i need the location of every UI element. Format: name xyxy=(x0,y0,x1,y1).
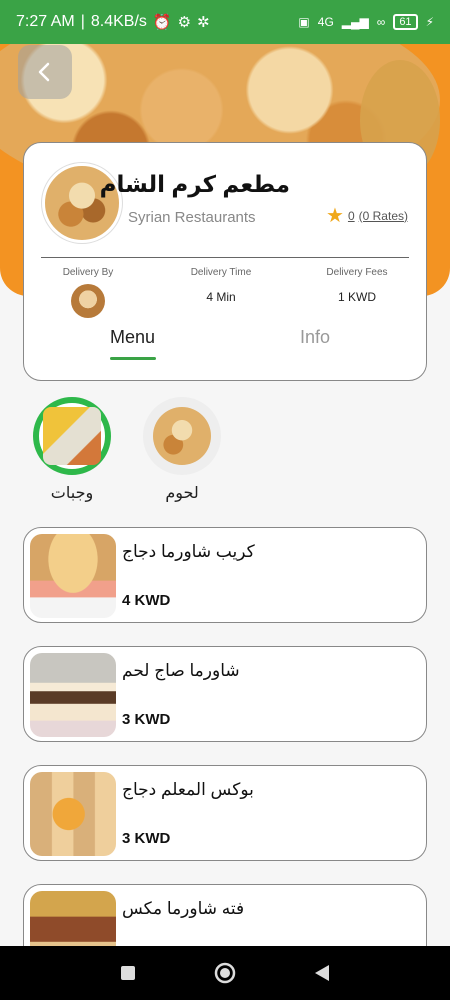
delivery-time: Delivery Time 4 Min xyxy=(161,267,281,304)
category-label: لحوم xyxy=(165,485,199,502)
category-meat[interactable]: لحوم xyxy=(142,397,222,503)
menu-item[interactable]: كريب شاورما دجاج 4 KWD xyxy=(23,527,427,623)
menu-item-price: 4 KWD xyxy=(122,592,171,609)
active-tab-indicator xyxy=(110,357,156,360)
chevron-left-icon xyxy=(38,62,50,82)
tab-info[interactable]: Info xyxy=(300,327,330,348)
delivery-by-label: Delivery By xyxy=(62,267,114,278)
category-meat-image xyxy=(153,407,211,465)
signal-icon: ▂▄▆ xyxy=(341,15,369,29)
menu-item-image xyxy=(30,534,116,618)
delivery-time-label: Delivery Time xyxy=(190,267,252,278)
back-nav-button[interactable] xyxy=(302,953,342,993)
settings-icon: ⚙ xyxy=(177,14,192,31)
menu-item-price: 3 KWD xyxy=(122,830,171,847)
delivery-provider-avatar xyxy=(71,284,105,318)
gear-icon: ✲ xyxy=(197,14,210,31)
menu-item[interactable]: بوكس المعلم دجاج 3 KWD xyxy=(23,765,427,861)
delivery-fees-value: 1 KWD xyxy=(337,290,376,304)
category-meat-circle xyxy=(143,397,221,475)
rating-value[interactable]: 0 xyxy=(348,209,355,223)
divider xyxy=(41,257,409,258)
restaurant-info-card: مطعم كرم الشام Syrian Restaurants ★ 0 (0… xyxy=(23,142,427,381)
star-icon: ★ xyxy=(326,205,344,227)
back-button[interactable] xyxy=(18,45,72,99)
tab-bar: Menu Info xyxy=(24,327,426,363)
menu-item-image xyxy=(30,772,116,856)
home-circle-icon xyxy=(214,962,236,984)
delivery-by: Delivery By xyxy=(28,267,148,318)
volte-icon: ▣ xyxy=(298,15,310,29)
status-bar: 7:27 AM | 8.4KB/s ⏰ ⚙ ✲ ▣ 4G ▂▄▆ ∞ 61 ⚡ xyxy=(0,0,450,44)
battery-indicator: 61 xyxy=(393,14,418,30)
delivery-fees: Delivery Fees 1 KWD xyxy=(297,267,417,304)
rating[interactable]: ★ 0 (0 Rates) xyxy=(326,203,408,228)
restaurant-name: مطعم كرم الشام xyxy=(99,171,290,197)
tab-menu[interactable]: Menu xyxy=(110,327,155,348)
restaurant-category: Syrian Restaurants xyxy=(128,209,256,226)
link-icon: ∞ xyxy=(376,15,386,29)
rating-count[interactable]: (0 Rates) xyxy=(359,209,408,223)
menu-item-name: فته شاورما مكس xyxy=(122,899,245,918)
category-meals[interactable]: وجبات xyxy=(32,397,112,503)
status-speed: 8.4KB/s xyxy=(90,13,147,30)
alarm-icon: ⏰ xyxy=(152,14,172,31)
charging-icon: ⚡ xyxy=(425,15,434,29)
delivery-fees-label: Delivery Fees xyxy=(326,267,388,278)
square-icon xyxy=(121,966,136,980)
menu-item-price: 3 KWD xyxy=(122,711,171,728)
menu-item-name: شاورما صاج لحم xyxy=(122,661,240,680)
recents-button[interactable] xyxy=(108,953,148,993)
network-label: 4G xyxy=(317,15,334,29)
home-button[interactable] xyxy=(205,953,245,993)
category-label: وجبات xyxy=(50,485,94,502)
category-meals-circle xyxy=(33,397,111,475)
system-nav-bar xyxy=(0,946,450,1000)
menu-item-name: كريب شاورما دجاج xyxy=(122,542,255,561)
menu-item-image xyxy=(30,653,116,737)
category-meals-image xyxy=(43,407,101,465)
menu-item[interactable]: شاورما صاج لحم 3 KWD xyxy=(23,646,427,742)
delivery-time-value: 4 Min xyxy=(206,290,236,304)
triangle-back-icon xyxy=(314,965,329,981)
status-time: 7:27 AM xyxy=(16,13,75,30)
menu-item-name: بوكس المعلم دجاج xyxy=(122,780,254,799)
